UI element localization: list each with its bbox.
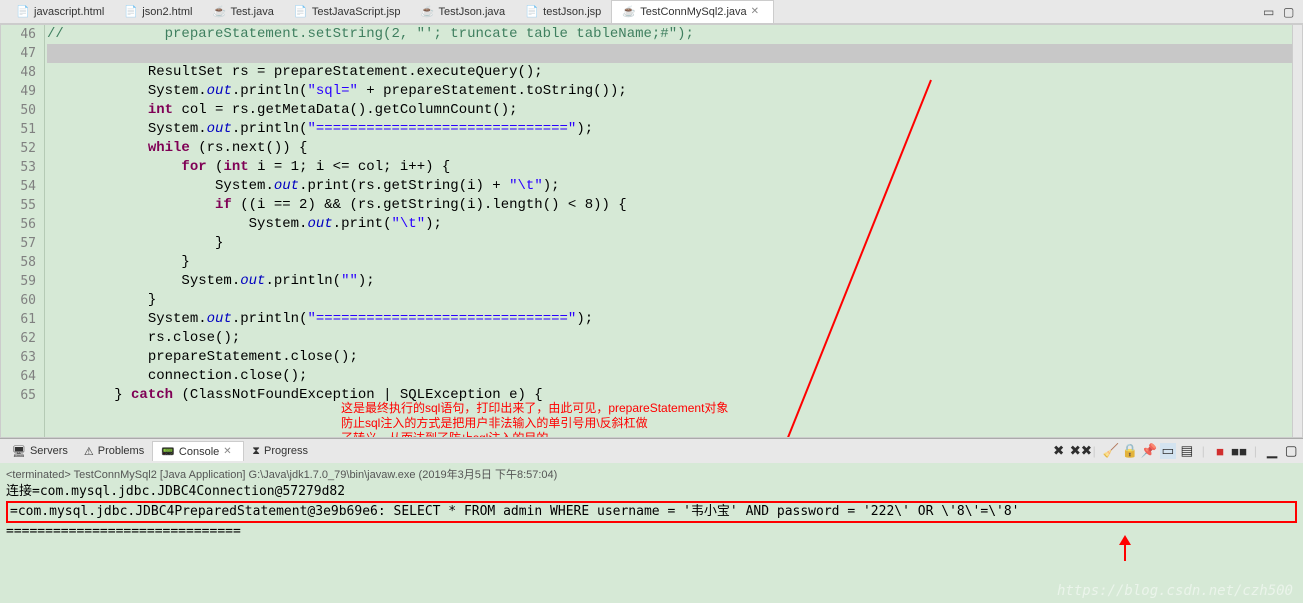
close-icon[interactable]: ✕ [223,446,235,458]
minimize-button[interactable]: ▁ [1264,443,1280,459]
console-toolbar: ✖ ✖✖ | 🧹 🔒 📌 ▭ ▤ | ■ ■■ | ▁ ▢ [1051,443,1299,459]
tab-json2-html[interactable]: 📄json2.html [114,1,202,23]
console-output[interactable]: <terminated> TestConnMySql2 [Java Applic… [0,463,1303,603]
code-editor[interactable]: 4647484950515253545556575859606162636465… [0,24,1303,438]
tab-console[interactable]: 📟Console✕ [152,441,244,461]
console-line: ============================== [6,523,1297,541]
bottom-tabs-bar: 🖥Servers ⚠Problems 📟Console✕ ⧗Progress ✖… [0,439,1303,463]
display-selected-button[interactable]: ▭ [1160,443,1176,459]
remove-all-button[interactable]: ✖✖ [1070,443,1086,459]
tab-problems[interactable]: ⚠Problems [76,442,152,461]
console-line: 连接=com.mysql.jdbc.JDBC4Connection@57279d… [6,483,1297,501]
line-gutter: 4647484950515253545556575859606162636465 [1,25,45,437]
current-line [47,44,1292,63]
tab-servers[interactable]: 🖥Servers [4,442,76,461]
pin-console-button[interactable]: 📌 [1141,443,1157,459]
remove-launch-button[interactable]: ✖ [1051,443,1067,459]
tab-testjavascript-jsp[interactable]: 📄TestJavaScript.jsp [284,1,411,23]
close-icon[interactable]: ✕ [751,6,763,18]
highlighted-sql-output: =com.mysql.jdbc.JDBC4PreparedStatement@3… [6,501,1297,523]
bottom-panel: 🖥Servers ⚠Problems 📟Console✕ ⧗Progress ✖… [0,438,1303,603]
terminate-all-button[interactable]: ■■ [1231,443,1247,459]
tab-progress[interactable]: ⧗Progress [244,442,316,461]
editor-tabs-bar: 📄javascript.html 📄json2.html ☕Test.java … [0,0,1303,24]
clear-console-button[interactable]: 🧹 [1103,443,1119,459]
code-area[interactable]: // prepareStatement.setString(2, "'; tru… [45,25,1292,437]
watermark: https://blog.csdn.net/czh500 [1057,583,1293,599]
overview-ruler[interactable] [1292,25,1302,437]
open-console-button[interactable]: ▤ [1179,443,1195,459]
tab-testjson-jsp[interactable]: 📄testJson.jsp [515,1,611,23]
tab-javascript-html[interactable]: 📄javascript.html [6,1,114,23]
maximize-button[interactable]: ▢ [1283,443,1299,459]
tab-testjson-java[interactable]: ☕TestJson.java [411,1,516,23]
maximize-icon[interactable]: ▢ [1283,5,1297,19]
scroll-lock-button[interactable]: 🔒 [1122,443,1138,459]
terminated-label: <terminated> TestConnMySql2 [Java Applic… [6,465,1297,483]
tab-test-java[interactable]: ☕Test.java [202,1,283,23]
terminate-button[interactable]: ■ [1212,443,1228,459]
restore-icon[interactable]: ▭ [1263,5,1277,19]
tab-testconnmysql2-java[interactable]: ☕TestConnMySql2.java✕ [611,0,773,23]
